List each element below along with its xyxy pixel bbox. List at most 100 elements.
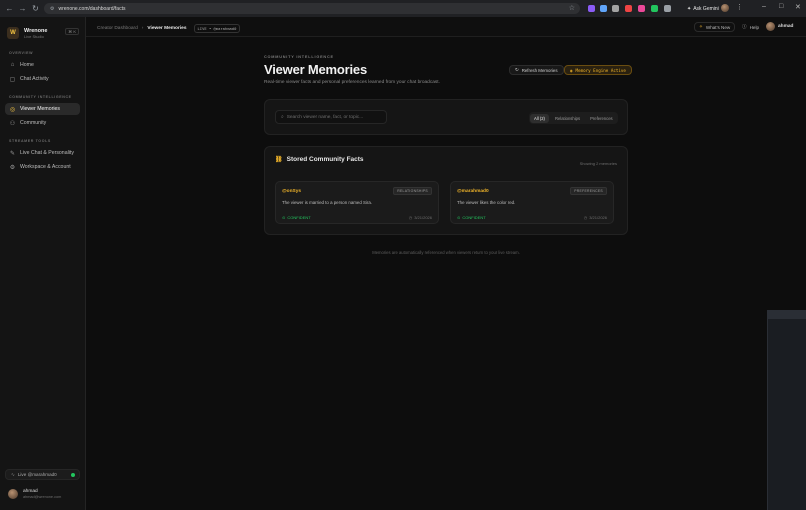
gear-icon: ⚙ — [9, 164, 16, 171]
fact-confidence: ⊙ CONFIDENT — [282, 215, 311, 220]
search-input[interactable]: ⌕ Search viewer name, fact, or topic... — [275, 110, 387, 124]
floating-side-panel[interactable] — [767, 310, 806, 510]
facts-header: ⛓ Stored Community Facts — [275, 156, 364, 163]
minimize-icon[interactable]: – — [762, 3, 766, 10]
section-label-streamer-tools: STREAMER TOOLS — [9, 139, 51, 143]
back-icon[interactable]: ← — [3, 2, 16, 15]
extension-icon[interactable] — [612, 5, 619, 12]
wand-icon: ✎ — [9, 150, 16, 157]
sidebar-item-label: Live Chat & Personality — [20, 150, 74, 156]
user-profile[interactable]: ahmad ahmad@wrenone.com — [8, 487, 80, 501]
link-icon: ⛓ — [275, 157, 283, 163]
brand-logo: W — [7, 27, 19, 39]
brand-name: Wrenone — [24, 27, 48, 34]
sidebar: W Wrenone Live Studio ⌘ K OVERVIEW ⌂ Hom… — [0, 17, 86, 510]
avatar — [766, 22, 775, 31]
forward-icon[interactable]: → — [16, 2, 29, 15]
help-icon: ⓘ — [742, 24, 747, 29]
filter-preferences[interactable]: Preferences — [586, 114, 617, 123]
sidebar-item-live-chat-personality[interactable]: ✎ Live Chat & Personality — [5, 147, 80, 159]
sidebar-item-label: Workspace & Account — [20, 164, 71, 170]
check-circle-icon: ⊙ — [282, 215, 286, 220]
live-status-pill[interactable]: ∿ Live @marahmad0 — [5, 469, 80, 480]
breadcrumb-separator: › — [141, 26, 144, 31]
help-label: Help — [749, 24, 760, 30]
fact-date-label: 3/21/2026 — [414, 215, 432, 220]
whats-new-label: What's New — [705, 24, 731, 30]
address-bar[interactable]: ⚙ wrenone.com/dashboard/facts ☆ — [44, 3, 580, 14]
fact-date-label: 3/21/2026 — [589, 215, 607, 220]
header-user-menu[interactable]: ahmad — [766, 22, 793, 31]
refresh-icon: ↻ — [515, 67, 519, 72]
sidebar-item-community[interactable]: ⚇ Community — [5, 117, 80, 129]
sidebar-item-viewer-memories[interactable]: ◎ Viewer Memories — [5, 103, 80, 115]
filter-relationships[interactable]: Relationships — [551, 114, 584, 123]
reload-icon[interactable]: ↻ — [29, 2, 42, 15]
fact-card[interactable]: @marahmad0 PREFERENCES The viewer likes … — [450, 181, 614, 224]
fact-category-badge: RELATIONSHIPS — [393, 187, 432, 195]
extensions-puzzle-icon[interactable] — [664, 5, 671, 12]
search-card: ⌕ Search viewer name, fact, or topic... … — [264, 99, 628, 135]
sparkle-icon: ✦ — [687, 5, 692, 12]
sidebar-item-label: Community — [20, 120, 47, 126]
fact-category-badge: PREFERENCES — [570, 187, 607, 195]
brand[interactable]: W Wrenone Live Studio ⌘ K — [7, 26, 79, 40]
fact-username[interactable]: @onSys — [282, 189, 301, 194]
chat-icon: ▢ — [9, 76, 16, 83]
home-icon: ⌂ — [10, 62, 15, 68]
brand-subtitle: Live Studio — [24, 33, 44, 39]
live-status-dot — [71, 473, 75, 477]
sparkle-icon: ✧ — [699, 24, 703, 29]
confidence-label: CONFIDENT — [462, 215, 486, 220]
fact-date: ◷ 3/21/2026 — [584, 215, 607, 220]
breadcrumb: Creator Dashboard › Viewer Memories LIVE… — [97, 24, 241, 33]
extension-icon[interactable] — [588, 5, 595, 12]
avatar — [8, 489, 18, 499]
sidebar-item-chat-activity[interactable]: ▢ Chat Activity — [5, 73, 80, 85]
section-label-overview: OVERVIEW — [9, 51, 34, 55]
maximize-icon[interactable]: □ — [779, 3, 783, 10]
fact-username[interactable]: @marahmad0 — [457, 189, 489, 194]
refresh-memories-button[interactable]: ↻ Refresh Memories — [509, 65, 564, 75]
check-circle-icon: ⊙ — [457, 215, 461, 220]
browser-menu-icon[interactable]: ⋮ — [736, 3, 743, 11]
refresh-memories-label: Refresh Memories — [521, 67, 558, 73]
sidebar-item-workspace-account[interactable]: ⚙ Workspace & Account — [5, 161, 80, 173]
close-window-icon[interactable]: ✕ — [795, 3, 801, 11]
sidebar-item-label: Home — [20, 62, 34, 68]
facts-count: Showing 2 memories — [579, 161, 617, 166]
breadcrumb-root[interactable]: Creator Dashboard — [97, 26, 138, 31]
bookmark-star-icon[interactable]: ☆ — [569, 4, 575, 12]
live-badge: LIVE • @marahmad0 — [193, 24, 241, 33]
help-button[interactable]: ⓘ Help — [738, 22, 763, 32]
page-eyebrow: COMMUNITY INTELLIGENCE — [264, 55, 334, 59]
page-subtitle: Real-time viewer facts and personal pref… — [264, 80, 440, 85]
sidebar-item-home[interactable]: ⌂ Home — [5, 59, 80, 71]
extension-icon[interactable] — [600, 5, 607, 12]
breadcrumb-current: Viewer Memories — [147, 26, 187, 31]
ask-gemini-button[interactable]: ✦ Ask Gemini — [683, 3, 723, 14]
search-placeholder: Search viewer name, fact, or topic... — [286, 114, 364, 120]
sidebar-item-label: Chat Activity — [20, 76, 49, 82]
signal-icon: ∿ — [11, 471, 15, 477]
extension-icon[interactable] — [625, 5, 632, 12]
profile-avatar[interactable] — [721, 4, 729, 12]
extension-icon[interactable] — [651, 5, 658, 12]
browser-toolbar: ← → ↻ ⚙ wrenone.com/dashboard/facts ☆ ✦ … — [0, 0, 806, 17]
live-status-label: Live @marahmad0 — [17, 472, 57, 477]
search-icon: ⌕ — [281, 115, 284, 120]
header-user-name: ahmad — [778, 24, 794, 29]
facts-title: Stored Community Facts — [286, 156, 364, 163]
shortcut-badge: ⌘ K — [65, 28, 79, 35]
fact-card[interactable]: @onSys RELATIONSHIPS The viewer is marri… — [275, 181, 439, 224]
filter-all[interactable]: All (2) — [530, 113, 549, 123]
extension-icon[interactable] — [638, 5, 645, 12]
fact-text: The viewer likes the color red. — [457, 200, 516, 205]
whats-new-button[interactable]: ✧ What's New — [694, 22, 736, 32]
url-text: wrenone.com/dashboard/facts — [58, 5, 126, 12]
site-info-icon[interactable]: ⚙ — [50, 6, 54, 12]
lightbulb-icon: ◎ — [9, 106, 16, 113]
fact-date: ◷ 3/21/2026 — [409, 215, 432, 220]
user-email: ahmad@wrenone.com — [23, 494, 62, 499]
side-panel-header — [768, 311, 806, 319]
